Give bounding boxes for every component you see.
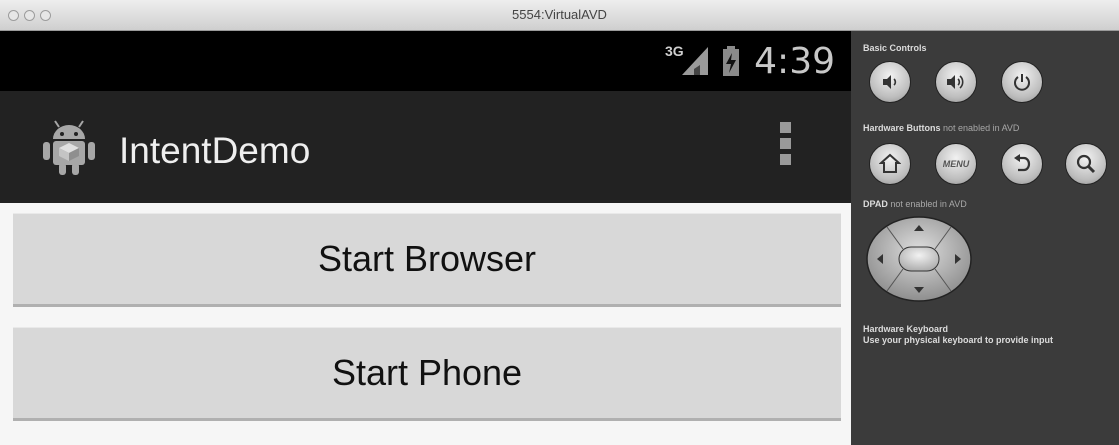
- volume-down-button[interactable]: [869, 61, 911, 103]
- keyboard-heading: Hardware Keyboard: [863, 324, 949, 334]
- dpad-note: not enabled in AVD: [890, 199, 967, 209]
- dpad-title: DPAD: [863, 199, 888, 209]
- volume-down-icon: [883, 75, 897, 89]
- start-phone-button[interactable]: Start Phone: [13, 327, 841, 421]
- android-robot-icon: [43, 120, 95, 175]
- title-bar: 5554:VirtualAVD: [0, 0, 1119, 31]
- dpad-heading: DPAD not enabled in AVD: [863, 199, 967, 209]
- status-bar: 3G 4:39: [0, 31, 851, 91]
- emulator-window: 5554:VirtualAVD 3G 4:39 IntentDemo Start…: [0, 0, 1119, 445]
- hardware-buttons-note: not enabled in AVD: [943, 123, 1020, 133]
- signal-icon: [682, 47, 708, 75]
- status-time: 4:39: [754, 41, 835, 82]
- search-button[interactable]: [1065, 143, 1107, 185]
- power-icon: [1014, 74, 1030, 91]
- menu-button[interactable]: MENU: [935, 143, 977, 185]
- home-icon: [879, 153, 901, 173]
- start-browser-button[interactable]: Start Browser: [13, 213, 841, 307]
- dpad-control[interactable]: [865, 215, 973, 303]
- volume-up-icon: [947, 75, 964, 89]
- home-button[interactable]: [869, 143, 911, 185]
- overflow-menu-icon[interactable]: [780, 122, 791, 170]
- action-bar: IntentDemo: [0, 91, 851, 203]
- device-screen: 3G 4:39 IntentDemo Start Browser Start P…: [0, 31, 851, 445]
- search-icon: [1076, 154, 1096, 174]
- menu-button-label: MENU: [942, 159, 970, 169]
- hardware-buttons-heading: Hardware Buttons not enabled in AVD: [863, 123, 1019, 133]
- hardware-buttons-title: Hardware Buttons: [863, 123, 941, 133]
- power-button[interactable]: [1001, 61, 1043, 103]
- battery-icon: [723, 46, 739, 76]
- basic-controls-heading: Basic Controls: [863, 43, 927, 53]
- app-title: IntentDemo: [119, 130, 311, 171]
- keyboard-info: Hardware Keyboard Use your physical keyb…: [863, 324, 1053, 346]
- volume-up-button[interactable]: [935, 61, 977, 103]
- keyboard-description: Use your physical keyboard to provide in…: [863, 335, 1054, 345]
- window-title: 5554:VirtualAVD: [512, 7, 607, 22]
- emulator-controls-panel: Basic Controls Hardware Buttons not enab…: [851, 31, 1119, 445]
- back-icon: [1014, 154, 1031, 172]
- back-button[interactable]: [1001, 143, 1043, 185]
